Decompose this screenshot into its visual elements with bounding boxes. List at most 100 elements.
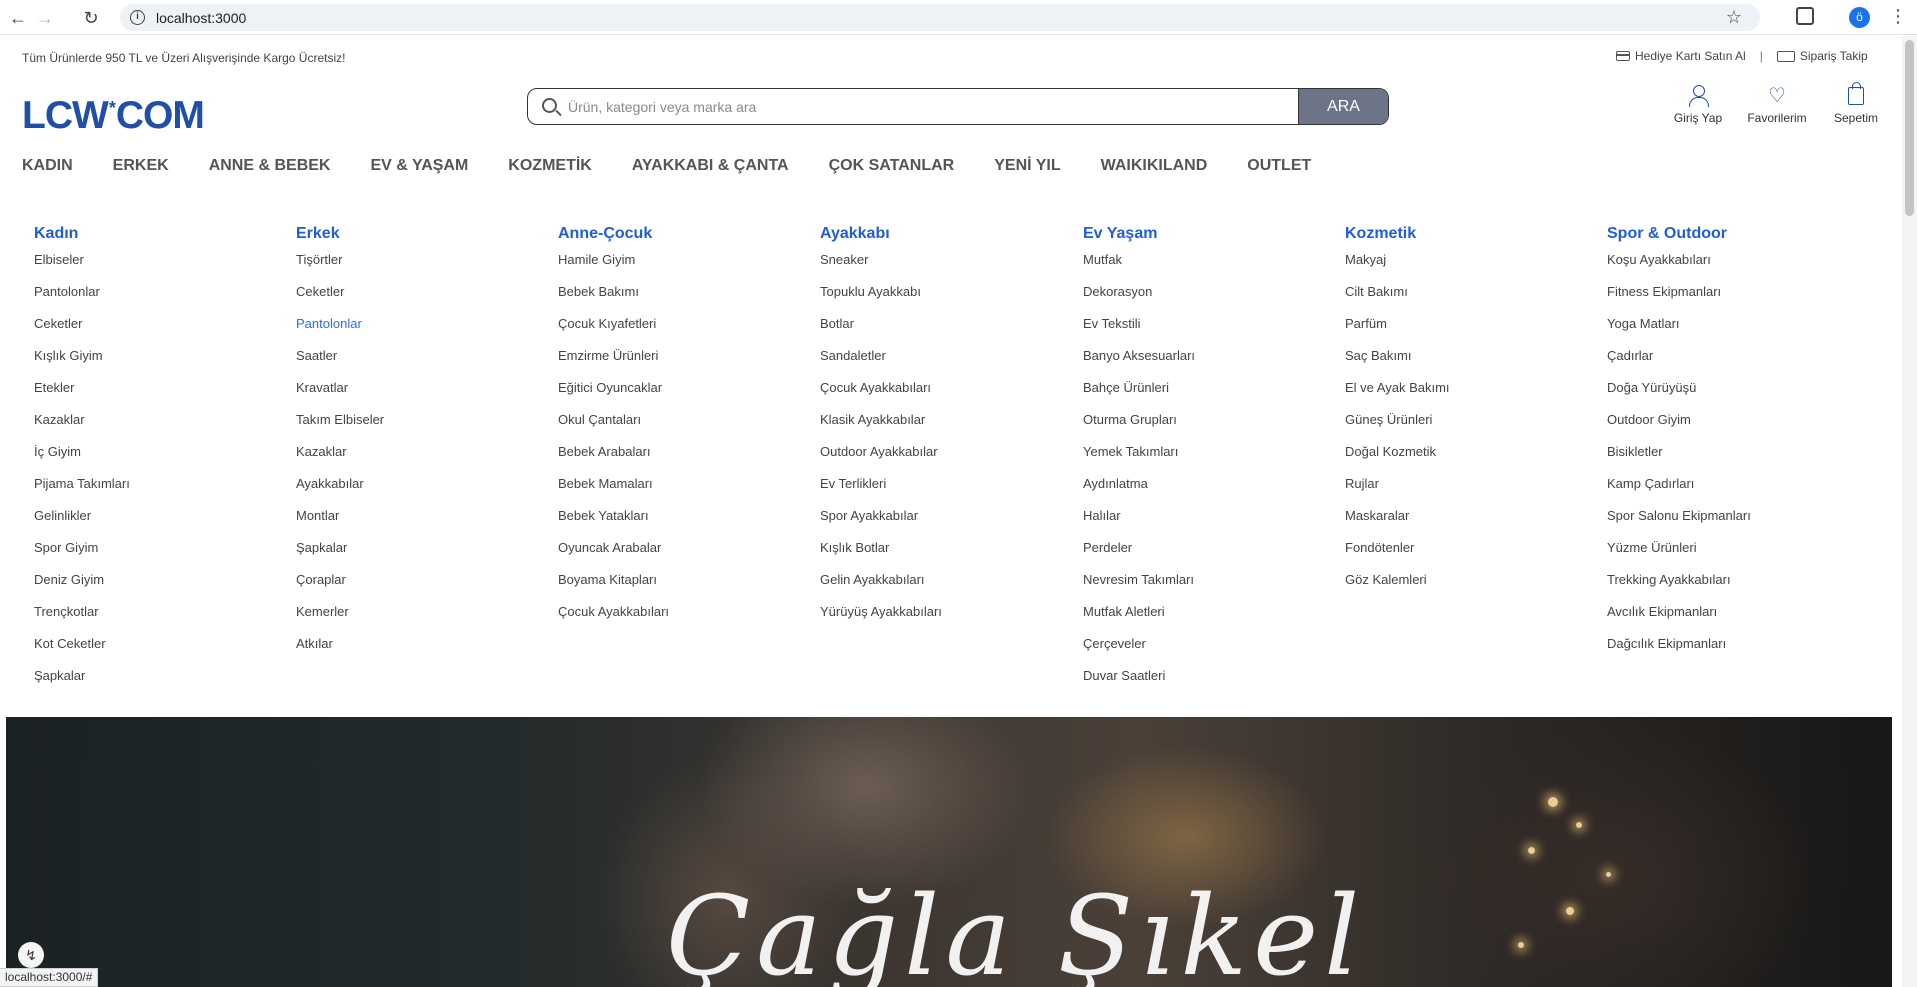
mega-menu-link[interactable]: Montlar: [296, 508, 384, 540]
mega-menu-heading[interactable]: Ev Yaşam: [1083, 225, 1195, 243]
mega-menu-link[interactable]: Spor Giyim: [34, 540, 130, 572]
mega-menu-link[interactable]: Mutfak: [1083, 252, 1195, 284]
mega-menu-link[interactable]: Pantolonlar: [296, 316, 384, 348]
mega-menu-link[interactable]: Bebek Bakımı: [558, 284, 669, 316]
mega-menu-link[interactable]: Kamp Çadırları: [1607, 476, 1751, 508]
nav-item[interactable]: KOZMETİK: [508, 157, 592, 175]
nav-item[interactable]: KADIN: [22, 157, 73, 175]
mega-menu-link[interactable]: Eğitici Oyuncaklar: [558, 380, 669, 412]
browser-menu-icon[interactable]: ⋮: [1889, 6, 1907, 26]
mega-menu-link[interactable]: Topuklu Ayakkabı: [820, 284, 942, 316]
mega-menu-heading[interactable]: Kadın: [34, 225, 130, 243]
mega-menu-link[interactable]: Pijama Takımları: [34, 476, 130, 508]
mega-menu-link[interactable]: Yüzme Ürünleri: [1607, 540, 1751, 572]
mega-menu-link[interactable]: Sandaletler: [820, 348, 942, 380]
back-icon[interactable]: ←: [6, 6, 30, 30]
mega-menu-link[interactable]: Perdeler: [1083, 540, 1195, 572]
mega-menu-link[interactable]: Güneş Ürünleri: [1345, 412, 1450, 444]
mega-menu-link[interactable]: Ev Tekstili: [1083, 316, 1195, 348]
mega-menu-link[interactable]: Klasik Ayakkabılar: [820, 412, 942, 444]
mega-menu-link[interactable]: Elbiseler: [34, 252, 130, 284]
mega-menu-link[interactable]: Spor Salonu Ekipmanları: [1607, 508, 1751, 540]
mega-menu-link[interactable]: Sneaker: [820, 252, 942, 284]
nav-item[interactable]: WAIKIKILAND: [1101, 157, 1208, 175]
mega-menu-link[interactable]: Şapkalar: [34, 668, 130, 700]
mega-menu-link[interactable]: Ayakkabılar: [296, 476, 384, 508]
mega-menu-link[interactable]: Gelin Ayakkabıları: [820, 572, 942, 604]
mega-menu-link[interactable]: Kışlık Giyim: [34, 348, 130, 380]
mega-menu-link[interactable]: Spor Ayakkabılar: [820, 508, 942, 540]
mega-menu-link[interactable]: Tişörtler: [296, 252, 384, 284]
mega-menu-link[interactable]: Takım Elbiseler: [296, 412, 384, 444]
address-bar[interactable]: i localhost:3000 ☆: [120, 4, 1760, 31]
mega-menu-link[interactable]: Kazaklar: [34, 412, 130, 444]
mega-menu-link[interactable]: Parfüm: [1345, 316, 1450, 348]
mega-menu-heading[interactable]: Erkek: [296, 225, 384, 243]
mega-menu-link[interactable]: Cilt Bakımı: [1345, 284, 1450, 316]
mega-menu-link[interactable]: Bebek Yatakları: [558, 508, 669, 540]
mega-menu-link[interactable]: Çocuk Ayakkabıları: [558, 604, 669, 636]
mega-menu-link[interactable]: Bebek Arabaları: [558, 444, 669, 476]
scrollbar-thumb[interactable]: [1905, 40, 1914, 216]
mega-menu-link[interactable]: Oturma Grupları: [1083, 412, 1195, 444]
mega-menu-link[interactable]: Saç Bakımı: [1345, 348, 1450, 380]
mega-menu-link[interactable]: Okul Çantaları: [558, 412, 669, 444]
nav-item[interactable]: ANNE & BEBEK: [209, 157, 331, 175]
reload-icon[interactable]: ↻: [79, 6, 103, 30]
mega-menu-link[interactable]: Bebek Mamaları: [558, 476, 669, 508]
mega-menu-link[interactable]: Hamile Giyim: [558, 252, 669, 284]
hero-banner[interactable]: Çağla Şıkel ↯: [6, 717, 1892, 987]
mega-menu-link[interactable]: Yemek Takımları: [1083, 444, 1195, 476]
mega-menu-link[interactable]: İç Giyim: [34, 444, 130, 476]
mega-menu-link[interactable]: Ceketler: [296, 284, 384, 316]
lightning-icon[interactable]: ↯: [18, 942, 44, 968]
nav-item[interactable]: OUTLET: [1247, 157, 1311, 175]
mega-menu-link[interactable]: Nevresim Takımları: [1083, 572, 1195, 604]
mega-menu-link[interactable]: Çoraplar: [296, 572, 384, 604]
mega-menu-link[interactable]: Doğal Kozmetik: [1345, 444, 1450, 476]
mega-menu-heading[interactable]: Spor & Outdoor: [1607, 225, 1751, 243]
mega-menu-link[interactable]: Yoga Matları: [1607, 316, 1751, 348]
mega-menu-link[interactable]: Bisikletler: [1607, 444, 1751, 476]
mega-menu-link[interactable]: Kemerler: [296, 604, 384, 636]
mega-menu-link[interactable]: Maskaralar: [1345, 508, 1450, 540]
mega-menu-link[interactable]: Çadırlar: [1607, 348, 1751, 380]
mega-menu-link[interactable]: Çocuk Ayakkabıları: [820, 380, 942, 412]
mega-menu-heading[interactable]: Kozmetik: [1345, 225, 1450, 243]
mega-menu-link[interactable]: Koşu Ayakkabıları: [1607, 252, 1751, 284]
nav-item[interactable]: EV & YAŞAM: [370, 157, 468, 175]
profile-avatar[interactable]: ö: [1849, 7, 1870, 28]
mega-menu-link[interactable]: Fitness Ekipmanları: [1607, 284, 1751, 316]
mega-menu-link[interactable]: Gelinlikler: [34, 508, 130, 540]
mega-menu-link[interactable]: Ceketler: [34, 316, 130, 348]
mega-menu-link[interactable]: Rujlar: [1345, 476, 1450, 508]
address-url[interactable]: localhost:3000: [156, 10, 246, 26]
nav-item[interactable]: AYAKKABI & ÇANTA: [632, 157, 789, 175]
mega-menu-link[interactable]: Oyuncak Arabalar: [558, 540, 669, 572]
mega-menu-link[interactable]: Mutfak Aletleri: [1083, 604, 1195, 636]
mega-menu-link[interactable]: Outdoor Ayakkabılar: [820, 444, 942, 476]
nav-item[interactable]: YENİ YIL: [994, 157, 1060, 175]
mega-menu-link[interactable]: Botlar: [820, 316, 942, 348]
mega-menu-link[interactable]: Aydınlatma: [1083, 476, 1195, 508]
mega-menu-link[interactable]: Kot Ceketler: [34, 636, 130, 668]
mega-menu-link[interactable]: Çerçeveler: [1083, 636, 1195, 668]
mega-menu-link[interactable]: Dağcılık Ekipmanları: [1607, 636, 1751, 668]
mega-menu-link[interactable]: Pantolonlar: [34, 284, 130, 316]
mega-menu-heading[interactable]: Anne-Çocuk: [558, 225, 669, 243]
mega-menu-link[interactable]: Emzirme Ürünleri: [558, 348, 669, 380]
mega-menu-link[interactable]: Atkılar: [296, 636, 384, 668]
mega-menu-link[interactable]: Saatler: [296, 348, 384, 380]
mega-menu-link[interactable]: Dekorasyon: [1083, 284, 1195, 316]
mega-menu-link[interactable]: Duvar Saatleri: [1083, 668, 1195, 700]
mega-menu-link[interactable]: Kazaklar: [296, 444, 384, 476]
gift-card-link[interactable]: Hediye Kartı Satın Al: [1616, 49, 1746, 63]
extensions-icon[interactable]: [1796, 7, 1814, 25]
nav-item[interactable]: ERKEK: [113, 157, 169, 175]
cart-button[interactable]: Sepetim: [1830, 82, 1882, 125]
mega-menu-link[interactable]: Fondötenler: [1345, 540, 1450, 572]
mega-menu-link[interactable]: Outdoor Giyim: [1607, 412, 1751, 444]
mega-menu-link[interactable]: Göz Kalemleri: [1345, 572, 1450, 604]
mega-menu-link[interactable]: Kışlık Botlar: [820, 540, 942, 572]
mega-menu-link[interactable]: Çocuk Kıyafetleri: [558, 316, 669, 348]
